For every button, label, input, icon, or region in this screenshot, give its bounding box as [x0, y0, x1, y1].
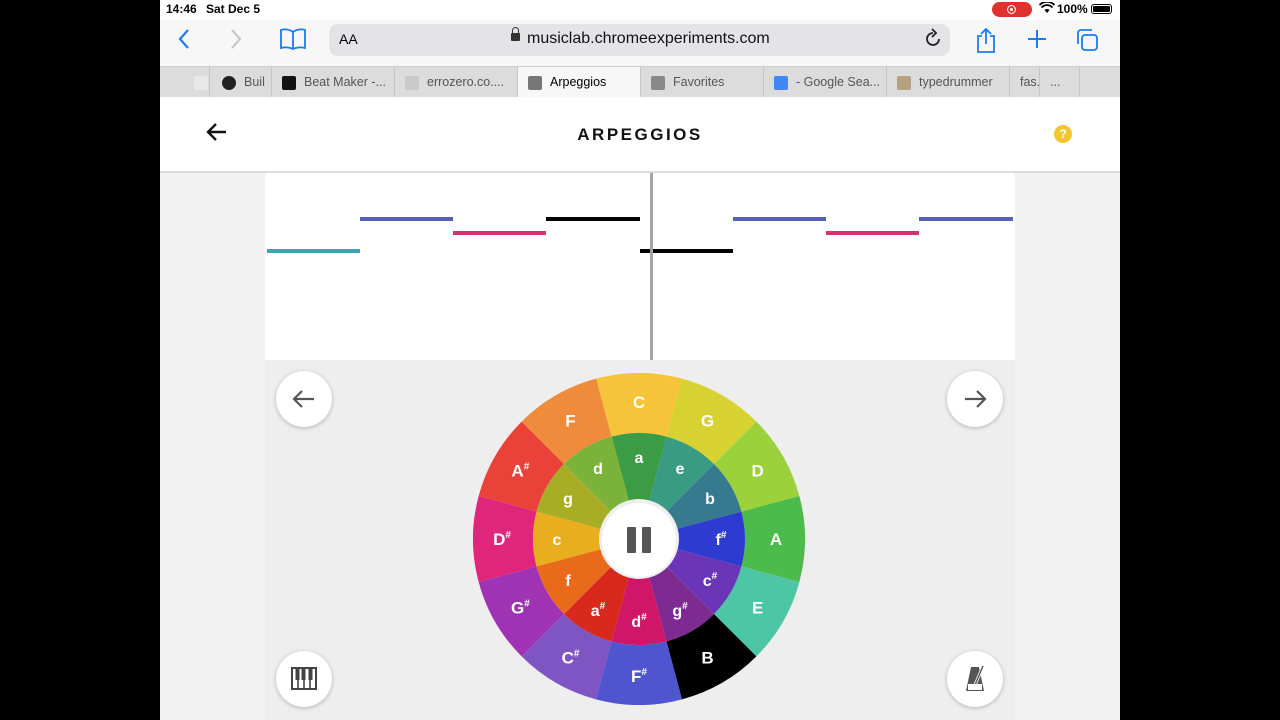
major-key-label: B [701, 649, 713, 668]
reader-settings-button[interactable]: AA [339, 31, 358, 47]
status-bar: 14:46 Sat Dec 5 100% [160, 0, 1120, 20]
note-roll [265, 173, 1015, 360]
note-bar [360, 217, 453, 221]
ipad-screen: 14:46 Sat Dec 5 100% AA musiclab.chromee… [160, 0, 1120, 720]
major-key-label: A [770, 530, 782, 549]
minor-key-label: f [565, 573, 571, 590]
favicon-icon [651, 75, 665, 90]
chevron-left-icon[interactable] [172, 28, 196, 54]
book-icon[interactable] [278, 28, 308, 54]
status-time: 14:46 [166, 2, 197, 16]
lock-icon [511, 27, 520, 41]
share-icon[interactable] [973, 27, 999, 58]
screen-recording-icon [992, 2, 1032, 17]
major-key-label: G [701, 411, 714, 430]
tab-strip: Buil Beat Maker -... errozero.co.... Arpegg… [160, 66, 1120, 97]
browser-tab[interactable] [182, 67, 210, 97]
playhead [650, 173, 653, 360]
url-text[interactable]: musiclab.chromeexperiments.com [527, 30, 770, 48]
status-date: Sat Dec 5 [206, 2, 261, 16]
browser-tab[interactable]: Buil [210, 67, 272, 97]
major-key-label: D [752, 462, 764, 481]
note-bar [267, 249, 360, 253]
favicon-icon [897, 75, 911, 90]
next-button[interactable] [947, 371, 1003, 427]
previous-button[interactable] [276, 371, 332, 427]
tab-label: Buil [244, 75, 265, 89]
minor-key-label: g [563, 491, 573, 508]
page-title: ARPEGGIOS [577, 125, 703, 144]
note-bar [453, 231, 546, 235]
address-bar[interactable]: AA musiclab.chromeexperiments.com [329, 24, 950, 56]
battery-icon [1091, 4, 1112, 14]
browser-tab[interactable]: ... [1040, 67, 1080, 97]
tab-label: errozero.co.... [427, 75, 505, 89]
tab-label: - Google Sea... [796, 75, 881, 89]
main-content: C G D A E B F# C# G# D# A# Fa e b f# c# g# d# a# f c g d [160, 173, 1120, 720]
tab-label: Beat Maker -... [304, 75, 386, 89]
tab-label: Favorites [673, 75, 725, 89]
wifi-icon [1038, 1, 1056, 17]
browser-tab[interactable]: Favorites [641, 67, 764, 97]
browser-tab[interactable]: fas.ha... [1010, 67, 1040, 97]
browser-tab[interactable]: Arpeggios [518, 67, 641, 97]
browser-toolbar: AA musiclab.chromeexperiments.com [160, 20, 1120, 66]
favicon-icon [282, 75, 296, 90]
major-key-label: C [633, 393, 645, 412]
major-key-label: E [752, 599, 763, 618]
note-bar [640, 249, 733, 253]
minor-key-label: d [593, 461, 603, 478]
favicon-icon [528, 75, 542, 90]
browser-tab[interactable]: typedrummer [887, 67, 1010, 97]
major-key-label: F [565, 411, 575, 430]
browser-tab[interactable]: - Google Sea... [764, 67, 887, 97]
minor-key-label: a [635, 450, 644, 467]
piano-icon[interactable] [276, 651, 332, 707]
tabs-overview-icon[interactable] [1074, 28, 1100, 56]
battery-percent: 100% [1057, 2, 1088, 16]
favicon-icon [222, 75, 236, 90]
note-bar [733, 217, 826, 221]
note-bar [919, 217, 1013, 221]
help-button[interactable]: ? [1054, 125, 1072, 143]
favicon-icon [774, 75, 788, 90]
tab-label: ... [1050, 75, 1061, 89]
pause-button[interactable] [602, 503, 676, 577]
tab-label: fas.ha... [1020, 75, 1040, 89]
minor-key-label: b [705, 491, 715, 508]
minor-key-label: e [676, 461, 685, 478]
note-bar [826, 231, 919, 235]
favicon-icon [194, 75, 208, 90]
browser-tab[interactable]: errozero.co.... [395, 67, 518, 97]
minor-key-label: c [553, 532, 562, 549]
plus-icon[interactable] [1024, 28, 1050, 54]
reload-icon[interactable] [924, 28, 942, 53]
favicon-icon [405, 75, 419, 90]
note-bar [546, 217, 640, 221]
chevron-right-icon[interactable] [224, 28, 248, 54]
metronome-icon[interactable] [947, 651, 1003, 707]
app-header: ARPEGGIOS ? [160, 97, 1120, 173]
tab-label: typedrummer [919, 75, 993, 89]
tab-label: Arpeggios [550, 75, 607, 89]
browser-tab[interactable]: Beat Maker -... [272, 67, 395, 97]
